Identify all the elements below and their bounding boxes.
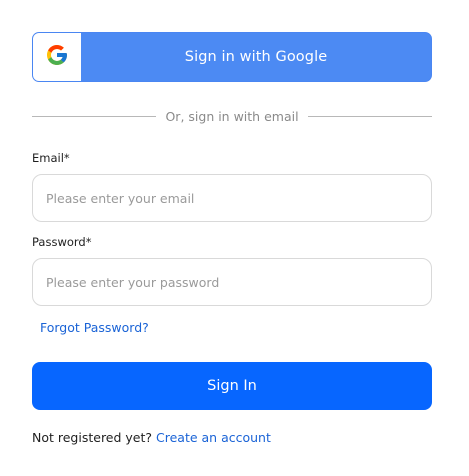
password-label: Password* xyxy=(32,235,92,249)
sign-in-button[interactable]: Sign In xyxy=(32,362,432,410)
divider-text: Or, sign in with email xyxy=(165,108,299,124)
password-field[interactable] xyxy=(32,258,432,306)
google-signin-label[interactable]: Sign in with Google xyxy=(81,33,431,81)
email-label: Email* xyxy=(32,151,70,165)
email-divider: Or, sign in with email xyxy=(32,108,433,124)
forgot-password-link[interactable]: Forgot Password? xyxy=(40,320,149,335)
register-prompt-text: Not registered yet? xyxy=(32,430,153,445)
google-logo-box xyxy=(33,33,81,81)
google-signin-button[interactable]: Sign in with Google xyxy=(32,32,432,82)
divider-line-left xyxy=(32,115,157,117)
divider-line-right xyxy=(307,115,433,117)
email-field[interactable] xyxy=(32,174,432,222)
register-prompt-row: Not registered yet? Create an account xyxy=(32,430,271,445)
google-g-icon xyxy=(45,43,69,71)
create-account-link[interactable]: Create an account xyxy=(156,430,271,445)
